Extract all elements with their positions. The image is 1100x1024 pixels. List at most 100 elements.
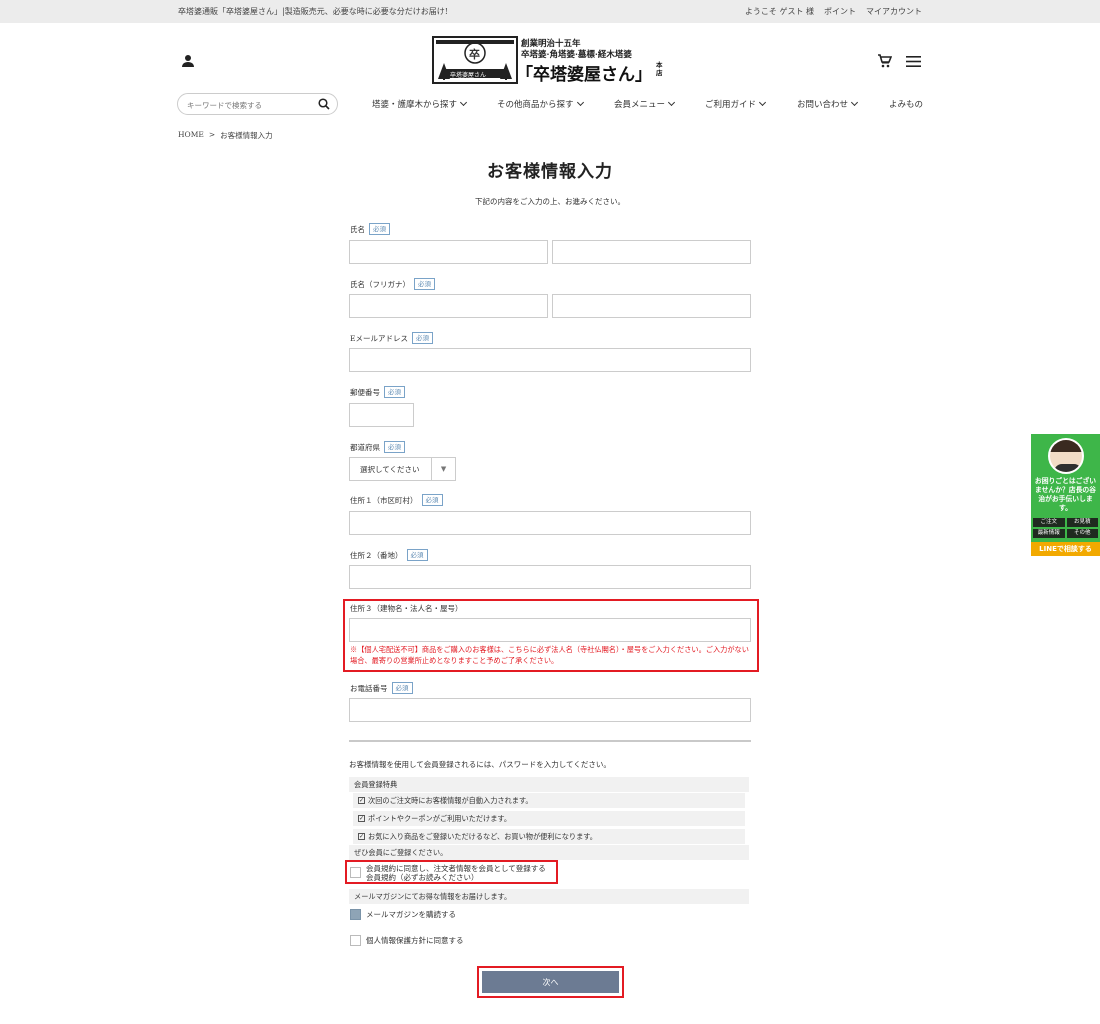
required-badge: 必須 xyxy=(369,223,390,235)
label-text: 都道府県 xyxy=(350,442,380,452)
required-badge: 必須 xyxy=(391,682,413,694)
chevron-down-icon xyxy=(576,98,584,107)
nav-label: よみもの xyxy=(889,100,924,110)
agree-label[interactable]: 会員規約に同意し、注文者情報を会員として登録する 会員規約（必ずお読みください） xyxy=(366,864,546,882)
member-agree-checkbox[interactable] xyxy=(350,867,361,878)
section-divider xyxy=(349,740,751,742)
prefecture-value: 選択してください xyxy=(360,464,420,474)
required-badge: 必須 xyxy=(384,441,405,453)
nav-label: 会員メニュー xyxy=(614,100,666,110)
user-icon[interactable] xyxy=(181,54,195,70)
points-link[interactable]: ポイント xyxy=(824,6,856,17)
my-account-link[interactable]: マイアカウント xyxy=(866,6,922,17)
prefecture-label: 都道府県 必須 xyxy=(350,441,405,453)
banner-message: お困りごとはございませんか？店長の谷治がお手伝いします。 xyxy=(1034,477,1097,512)
terms-link[interactable]: 会員規約（必ずお読みください） xyxy=(366,873,546,882)
dropdown-arrow-icon: ▼ xyxy=(431,458,455,480)
check-icon: ✓ xyxy=(358,815,365,822)
label-text: 住所１（市区町村） xyxy=(350,495,418,505)
first-name-kana-input[interactable] xyxy=(552,294,751,318)
logo-suffix: 本店 xyxy=(656,61,663,77)
nav-item-guide[interactable]: ご利用ガイド xyxy=(705,98,767,110)
required-badge: 必須 xyxy=(384,386,405,398)
label-text: お電話番号 xyxy=(350,683,388,693)
address3-input[interactable] xyxy=(349,618,751,642)
site-logo[interactable]: 卒 卒塔婆屋さん 創業明治十五年 卒塔婆·角塔婆·墓標·経木塔婆 「卒塔婆屋さん… xyxy=(432,35,668,85)
chevron-down-icon xyxy=(758,98,767,107)
phone-label: お電話番号 必須 xyxy=(350,682,413,694)
newsletter-checkbox[interactable] xyxy=(350,909,361,920)
banner-tags: ご注文 お見積 最新情報 その他 xyxy=(1033,518,1098,538)
nav-item-other-products[interactable]: その他商品から探す xyxy=(497,98,584,110)
newsletter-label[interactable]: メールマガジンを購読する xyxy=(366,910,456,919)
last-name-kana-input[interactable] xyxy=(349,294,548,318)
first-name-input[interactable] xyxy=(552,240,751,264)
required-badge: 必須 xyxy=(421,494,443,506)
name-label: 氏名 必須 xyxy=(350,223,390,235)
label-text: 住所３（建物名・法人名・屋号） xyxy=(350,604,463,613)
nav-item-contact[interactable]: お問い合わせ xyxy=(797,98,859,110)
line-consult-banner[interactable]: お困りごとはございませんか？店長の谷治がお手伝いします。 ご注文 お見積 最新情… xyxy=(1031,434,1100,556)
benefit-item: ✓ 次回のご注文時にお客様情報が自動入力されます。 xyxy=(353,793,745,808)
nav-label: その他商品から探す xyxy=(497,100,574,110)
search-icon[interactable] xyxy=(318,98,330,112)
privacy-checkbox[interactable] xyxy=(350,935,361,946)
recommend-text: ぜひ会員にご登録ください。 xyxy=(349,845,749,860)
newsletter-info: メールマガジンにてお得な情報をお届けします。 xyxy=(349,889,749,904)
search-input[interactable] xyxy=(187,99,317,111)
label-text: Eメールアドレス xyxy=(350,333,408,343)
nav-label: 塔婆・護摩木から探す xyxy=(372,100,458,110)
zip-input[interactable] xyxy=(349,403,414,427)
check-icon: ✓ xyxy=(358,797,365,804)
banner-tag: 最新情報 xyxy=(1033,529,1065,538)
required-badge: 必須 xyxy=(411,332,433,344)
chevron-down-icon xyxy=(459,98,468,107)
address2-label: 住所２（番地） 必須 xyxy=(350,549,428,561)
address1-input[interactable] xyxy=(349,511,751,535)
benefits-title: 会員登録特典 xyxy=(349,777,749,792)
nav-label: お問い合わせ xyxy=(797,100,849,110)
required-badge: 必須 xyxy=(406,549,428,561)
member-intro: お客様情報を使用して会員登録されるには、パスワードを入力してください。 xyxy=(349,760,611,769)
label-text: 郵便番号 xyxy=(350,387,380,397)
menu-icon[interactable] xyxy=(906,56,921,69)
label-text: 氏名（フリガナ） xyxy=(350,279,410,289)
last-name-input[interactable] xyxy=(349,240,548,264)
label-text: 住所２（番地） xyxy=(350,550,403,560)
breadcrumb-current: お客様情報入力 xyxy=(220,131,273,140)
zip-label: 郵便番号 必須 xyxy=(350,386,405,398)
logo-name: 「卒塔婆屋さん」 xyxy=(516,65,652,85)
logo-badge: 卒 xyxy=(469,48,480,61)
cart-icon[interactable] xyxy=(877,54,893,70)
search-box xyxy=(177,93,338,115)
agree-text: 会員規約に同意し、注文者情報を会員として登録する xyxy=(366,864,546,873)
email-label: Eメールアドレス 必須 xyxy=(350,332,433,344)
nav-label: ご利用ガイド xyxy=(705,100,757,110)
nav-item-member-menu[interactable]: 会員メニュー xyxy=(614,98,676,110)
benefit-text: ポイントやクーポンがご利用いただけます。 xyxy=(368,813,512,823)
breadcrumb-home[interactable]: HOME xyxy=(178,130,204,141)
chevron-down-icon xyxy=(850,98,859,107)
nav-item-reading[interactable]: よみもの xyxy=(889,98,923,110)
page-intro: 下記の内容をご入力の上、お進みください。 xyxy=(475,197,625,206)
breadcrumb: HOME > お客様情報入力 xyxy=(178,130,273,141)
next-button[interactable]: 次へ xyxy=(482,971,619,993)
prefecture-select[interactable]: 選択してください ▼ xyxy=(349,457,456,481)
label-text: 氏名 xyxy=(350,224,365,234)
banner-tag: ご注文 xyxy=(1033,518,1065,527)
chevron-down-icon xyxy=(667,98,676,107)
breadcrumb-separator: > xyxy=(208,130,216,139)
email-input[interactable] xyxy=(349,348,751,372)
page-title: お客様情報入力 xyxy=(487,162,613,182)
kana-label: 氏名（フリガナ） 必須 xyxy=(350,278,435,290)
nav-item-sotoba[interactable]: 塔婆・護摩木から探す xyxy=(372,98,468,110)
logo-line2: 卒塔婆·角塔婆·墓標·経木塔婆 xyxy=(521,50,632,60)
privacy-label[interactable]: 個人情報保護方針に同意する xyxy=(366,936,464,945)
banner-tag: その他 xyxy=(1066,529,1098,538)
required-badge: 必須 xyxy=(414,278,435,290)
top-bar: 卒塔婆通販「卒塔婆屋さん」|製造販売元、必要な時に必要な分だけお届け! ようこそ… xyxy=(0,0,1100,23)
benefit-item: ✓ お気に入り商品をご登録いただけるなど、お買い物が便利になります。 xyxy=(353,829,745,844)
address2-input[interactable] xyxy=(349,565,751,589)
line-consult-button[interactable]: LINEで相談する xyxy=(1031,542,1100,556)
phone-input[interactable] xyxy=(349,698,751,722)
